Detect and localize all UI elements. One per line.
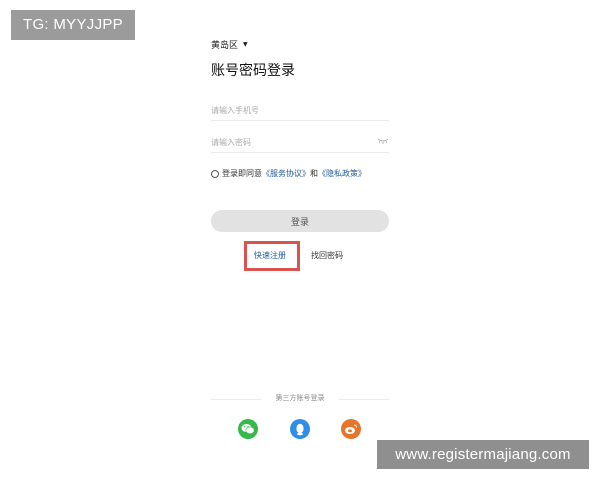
divider-line [339,399,389,400]
service-agreement-link[interactable]: 《服务协议》 [262,168,310,179]
weibo-login-button[interactable] [341,419,361,439]
qq-login-button[interactable] [290,419,310,439]
agreement-radio[interactable] [211,169,219,178]
qq-icon [296,423,304,435]
password-field [211,130,389,154]
phone-input[interactable] [211,99,389,122]
watermark-bottom: www.registermajiang.com [377,440,589,469]
agreement-and: 和 [310,169,318,178]
caret-down-icon: ▼ [243,41,248,48]
wechat-login-button[interactable] [238,419,258,439]
phone-field [211,98,389,122]
quick-register-link[interactable]: 快速注册 [254,250,286,261]
watermark-top: TG: MYYJJPP [11,10,135,40]
wechat-icon [241,424,255,435]
agreement-prefix: 登录即同意 [222,169,262,178]
password-input[interactable] [211,131,389,154]
weibo-icon [345,424,357,434]
region-selector[interactable]: 黄岛区 ▼ [211,38,248,51]
third-party-divider: 第三方账号登录 [211,393,389,405]
page-title: 账号密码登录 [211,63,295,79]
login-button[interactable]: 登录 [211,210,389,232]
eye-closed-icon[interactable] [377,138,389,144]
privacy-policy-link[interactable]: 《隐私政策》 [318,168,366,179]
agreement-row: 登录即同意 《服务协议》 和 《隐私政策》 [211,168,366,179]
forgot-password-link[interactable]: 找回密码 [311,250,343,261]
region-label: 黄岛区 [211,41,239,51]
third-party-label: 第三方账号登录 [275,394,325,402]
